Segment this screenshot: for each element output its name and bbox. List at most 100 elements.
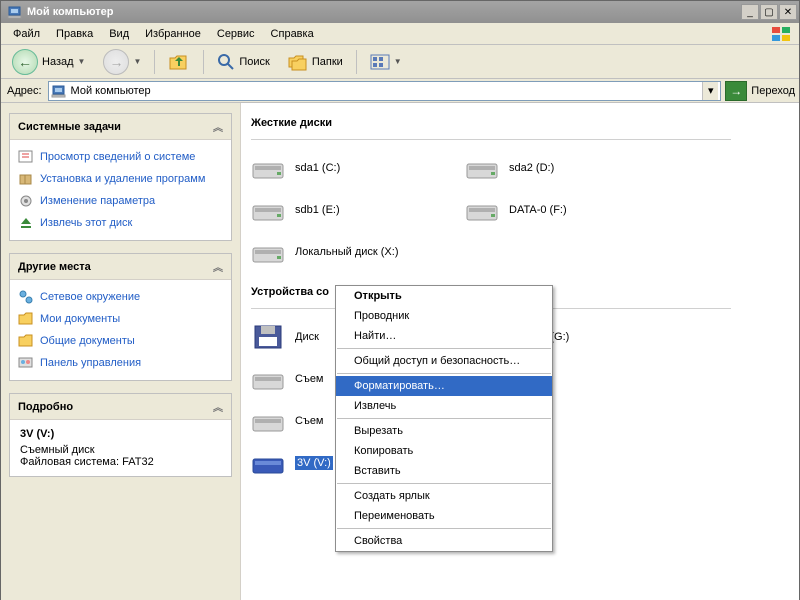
drive-item[interactable]: sda1 (C:): [251, 154, 461, 182]
back-button[interactable]: ← Назад ▼: [5, 45, 92, 79]
explorer-window: Мой компьютер _ ▢ ✕ Файл Правка Вид Избр…: [0, 0, 800, 600]
addressbar: Адрес: Мой компьютер ▾ → Переход: [1, 79, 799, 103]
panel-body: Сетевое окружение Мои документы Общие до…: [10, 280, 231, 380]
folder-icon: [18, 333, 34, 349]
details-panel: Подробно ︽ 3V (V:) Съемный диск Файловая…: [9, 393, 232, 477]
cm-copy[interactable]: Копировать: [336, 441, 552, 461]
task-eject[interactable]: Извлечь этот диск: [16, 212, 225, 234]
panel-header[interactable]: Другие места ︽: [10, 254, 231, 280]
minimize-button[interactable]: _: [741, 4, 759, 20]
menu-help[interactable]: Справка: [263, 25, 322, 43]
chevron-up-icon: ︽: [213, 399, 223, 414]
section-divider: [251, 139, 731, 140]
separator: [356, 50, 357, 74]
section-header: Жесткие диски: [251, 117, 799, 129]
go-button[interactable]: →: [725, 81, 747, 101]
menu-tools[interactable]: Сервис: [209, 25, 263, 43]
chevron-up-icon: ︽: [213, 119, 223, 134]
search-button[interactable]: Поиск: [210, 49, 276, 75]
menu-edit[interactable]: Правка: [48, 25, 101, 43]
cm-open[interactable]: Открыть: [336, 286, 552, 306]
task-system-info[interactable]: Просмотр сведений о системе: [16, 146, 225, 168]
panel-title: Подробно: [18, 401, 73, 413]
place-network[interactable]: Сетевое окружение: [16, 286, 225, 308]
computer-icon: [7, 4, 23, 20]
details-name: 3V (V:): [20, 428, 221, 440]
cm-separator: [337, 528, 551, 529]
forward-button[interactable]: → ▼: [96, 45, 148, 79]
drive-label: sda2 (D:): [509, 162, 554, 174]
chevron-up-icon: ︽: [213, 259, 223, 274]
drive-item[interactable]: Диск: [251, 323, 336, 351]
place-control-panel[interactable]: Панель управления: [16, 352, 225, 374]
task-add-remove[interactable]: Установка и удаление программ: [16, 168, 225, 190]
computer-icon: [51, 83, 67, 99]
drive-item[interactable]: DATA-0 (F:): [465, 196, 675, 224]
cm-properties[interactable]: Свойства: [336, 531, 552, 551]
views-icon: [370, 54, 390, 70]
cm-share[interactable]: Общий доступ и безопасность…: [336, 351, 552, 371]
address-label: Адрес:: [5, 85, 44, 97]
panel-title: Другие места: [18, 261, 91, 273]
cm-separator: [337, 418, 551, 419]
eject-icon: [18, 215, 34, 231]
task-change-setting[interactable]: Изменение параметра: [16, 190, 225, 212]
back-label: Назад: [42, 56, 74, 68]
address-dropdown-button[interactable]: ▾: [702, 82, 718, 100]
details-type: Съемный диск: [20, 444, 221, 456]
hdd-icon: [465, 154, 501, 182]
menu-file[interactable]: Файл: [5, 25, 48, 43]
maximize-button[interactable]: ▢: [760, 4, 778, 20]
cm-separator: [337, 348, 551, 349]
panel-header[interactable]: Системные задачи ︽: [10, 114, 231, 140]
cm-format[interactable]: Форматировать…: [336, 376, 552, 396]
drive-item[interactable]: Съем: [251, 407, 336, 435]
drive-label: sda1 (C:): [295, 162, 340, 174]
address-field[interactable]: Мой компьютер ▾: [48, 81, 722, 101]
cm-eject[interactable]: Извлечь: [336, 396, 552, 416]
cm-find[interactable]: Найти…: [336, 326, 552, 346]
drive-label: DATA-0 (F:): [509, 204, 567, 216]
menubar: Файл Правка Вид Избранное Сервис Справка: [1, 23, 799, 45]
place-my-docs[interactable]: Мои документы: [16, 308, 225, 330]
control-panel-icon: [18, 355, 34, 371]
cm-shortcut[interactable]: Создать ярлык: [336, 486, 552, 506]
address-value: Мой компьютер: [71, 85, 151, 97]
cm-explorer[interactable]: Проводник: [336, 306, 552, 326]
search-label: Поиск: [239, 56, 269, 68]
hdd-icon: [465, 196, 501, 224]
drive-item[interactable]: sda2 (D:): [465, 154, 675, 182]
place-shared-docs[interactable]: Общие документы: [16, 330, 225, 352]
drive-label: 3V (V:): [295, 456, 333, 470]
cm-paste[interactable]: Вставить: [336, 461, 552, 481]
removable-icon: [251, 407, 287, 435]
drive-label: Диск: [295, 331, 319, 343]
titlebar: Мой компьютер _ ▢ ✕: [1, 1, 799, 23]
details-fs: Файловая система: FAT32: [20, 456, 221, 468]
floppy-icon: [251, 323, 287, 351]
drive-item[interactable]: Съем: [251, 365, 336, 393]
removable-icon: [251, 449, 287, 477]
panel-header[interactable]: Подробно ︽: [10, 394, 231, 420]
close-button[interactable]: ✕: [779, 4, 797, 20]
sidebar: Системные задачи ︽ Просмотр сведений о с…: [1, 103, 241, 600]
cm-rename[interactable]: Переименовать: [336, 506, 552, 526]
window-title: Мой компьютер: [27, 6, 740, 18]
drive-item[interactable]: sdb1 (E:): [251, 196, 461, 224]
system-tasks-panel: Системные задачи ︽ Просмотр сведений о с…: [9, 113, 232, 241]
cm-separator: [337, 373, 551, 374]
toolbar: ← Назад ▼ → ▼ Поиск Папки ▼: [1, 45, 799, 79]
up-button[interactable]: [161, 48, 197, 76]
network-icon: [18, 289, 34, 305]
folders-label: Папки: [312, 56, 343, 68]
hdd-icon: [251, 196, 287, 224]
menu-view[interactable]: Вид: [101, 25, 137, 43]
cm-cut[interactable]: Вырезать: [336, 421, 552, 441]
drive-item[interactable]: Локальный диск (X:): [251, 238, 461, 266]
go-label: Переход: [751, 85, 795, 97]
menu-favorites[interactable]: Избранное: [137, 25, 209, 43]
folder-icon: [18, 311, 34, 327]
folders-button[interactable]: Папки: [281, 49, 350, 75]
views-button[interactable]: ▼: [363, 50, 409, 74]
separator: [154, 50, 155, 74]
